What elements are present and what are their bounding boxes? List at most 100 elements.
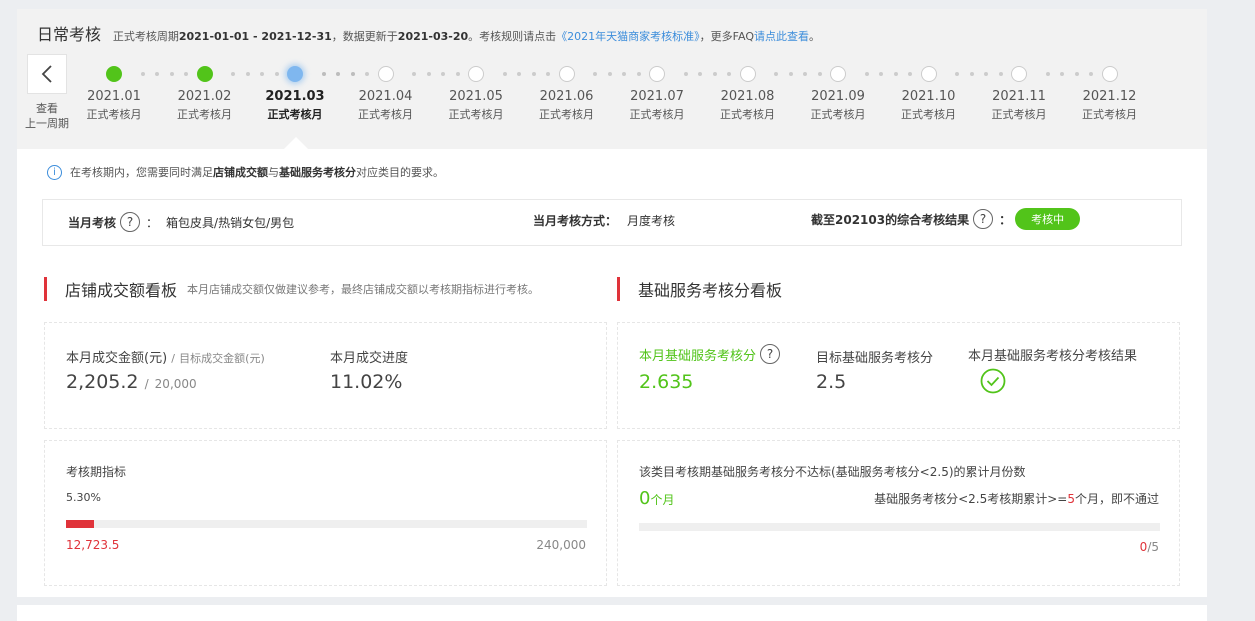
timeline-connector-dot <box>774 72 778 76</box>
timeline-connector-dot <box>879 72 883 76</box>
timeline-month-type: 正式考核月 <box>177 108 232 121</box>
month-amount-label-row: 本月成交金额(元) / 目标成交金额(元) <box>66 347 265 366</box>
service-score-label: 本月基础服务考核分 <box>639 348 757 364</box>
notice-text: 在考核期内，您需要同时满足店铺成交额与基础服务考核分对应类目的要求。 <box>70 164 444 180</box>
period-progress-bar <box>66 520 587 528</box>
status-badge: 考核中 <box>1015 208 1081 230</box>
timeline-connector-dot <box>1060 72 1064 76</box>
timeline-connector-dot <box>412 72 416 76</box>
fail-rule-number: 5 <box>1067 492 1075 506</box>
current-month-pointer <box>284 137 308 149</box>
period-percent: 5.30% <box>66 491 101 504</box>
timeline-dot <box>830 66 846 82</box>
target-amount-label: 目标成交金额(元) <box>179 352 265 365</box>
gmv-section-header: 店铺成交额看板 本月店铺成交额仅做建议参考，最终店铺成交额以考核期指标进行考核。 <box>44 277 539 301</box>
service-target-value: 2.5 <box>816 371 847 393</box>
service-month-box: 本月基础服务考核分 ? 2.635 目标基础服务考核分 2.5 本月基础服务考核… <box>617 322 1180 429</box>
timeline-connector-dot <box>1045 72 1050 76</box>
period-current-value: 12,723.5 <box>66 538 120 552</box>
timeline-connector-dot <box>698 72 702 76</box>
month-progress-value: 11.02% <box>330 371 403 393</box>
service-target-label: 目标基础服务考核分 <box>816 351 934 366</box>
fail-ratio-total: 5 <box>1151 540 1159 554</box>
assessment-method: 当月考核方式： 月度考核 <box>533 212 675 229</box>
timeline-month-label: 2021.11 <box>992 89 1046 104</box>
timeline-month-label: 2021.02 <box>177 89 232 104</box>
notice-bold-service: 基础服务考核分 <box>279 166 356 179</box>
section-accent-bar <box>44 277 47 301</box>
month-assessment: 当月考核 ? ： 箱包皮具/热销女包/男包 <box>68 212 294 232</box>
timeline-month-2021-12[interactable]: 2021.12 正式考核月 <box>1070 66 1150 122</box>
notice-post: 对应类目的要求。 <box>356 166 444 179</box>
timeline-area: 日常考核 正式考核周期2021-01-01 - 2021-12-31，数据更新于… <box>17 9 1207 149</box>
help-icon[interactable]: ? <box>973 209 994 229</box>
timeline-month-label: 2021.05 <box>449 89 503 104</box>
timeline-connector-dot <box>155 72 159 76</box>
timeline-connector-dot <box>245 72 250 76</box>
timeline-connector-dot <box>607 72 612 76</box>
timeline-connector-dot <box>788 72 793 76</box>
timeline-month-label: 2021.12 <box>1082 89 1137 104</box>
fail-count-ratio: 0/5 <box>1140 540 1159 554</box>
timeline-month-type: 正式考核月 <box>267 108 323 121</box>
help-icon[interactable]: ? <box>120 212 141 232</box>
amount-slash: / <box>171 352 176 365</box>
help-icon[interactable]: ? <box>760 344 781 364</box>
month-assessment-colon: ： <box>146 215 159 230</box>
assessment-card: 日常考核 正式考核周期2021-01-01 - 2021-12-31，数据更新于… <box>17 9 1207 597</box>
timeline-dot <box>739 66 756 82</box>
timeline-dot <box>468 66 484 82</box>
check-circle-icon <box>980 368 1006 397</box>
overall-result: 截至202103的综合考核结果 ? ： 考核中 <box>811 208 1081 230</box>
amount-slash: / <box>144 377 149 391</box>
summary-bar: 当月考核 ? ： 箱包皮具/热销女包/男包 当月考核方式： 月度考核 截至202… <box>42 199 1182 246</box>
timeline-dot <box>920 66 937 82</box>
timeline-month-type: 正式考核月 <box>86 108 142 121</box>
timeline-connector-dot <box>140 72 145 76</box>
timeline-month-type: 正式考核月 <box>991 108 1047 121</box>
service-section-header: 基础服务考核分看板 <box>617 277 782 301</box>
month-amount-row: 2,205.2 / 20,000 <box>66 371 197 393</box>
timeline-connector-dot <box>593 72 597 76</box>
month-timeline: 2021.01 正式考核月 2021.02 正式考核月 2021.03 正式考核月 2021… <box>17 9 1207 149</box>
service-section-title: 基础服务考核分看板 <box>638 281 783 300</box>
timeline-month-type: 正式考核月 <box>720 108 775 121</box>
month-assessment-label: 当月考核 <box>68 215 117 230</box>
timeline-month-label: 2021.10 <box>901 89 956 104</box>
footer-card <box>17 605 1207 621</box>
notice: i 在考核期内，您需要同时满足店铺成交额与基础服务考核分对应类目的要求。 <box>47 164 444 180</box>
notice-bold-gmv: 店铺成交额 <box>213 166 268 179</box>
gmv-period-box: 考核期指标 5.30% 12,723.5 240,000 <box>44 440 607 586</box>
timeline-dot <box>196 66 213 82</box>
target-amount-value: 20,000 <box>154 377 197 391</box>
timeline-dot <box>558 66 575 82</box>
gmv-section-desc: 本月店铺成交额仅做建议参考，最终店铺成交额以考核期指标进行考核。 <box>187 283 540 296</box>
gmv-month-box: 本月成交金额(元) / 目标成交金额(元) 2,205.2 / 20,000 本… <box>44 322 607 429</box>
period-progress-fill <box>66 520 94 528</box>
service-result-label: 本月基础服务考核分考核结果 <box>968 349 1138 364</box>
timeline-month-label: 2021.07 <box>630 89 684 104</box>
fail-count-unit: 个月 <box>650 493 675 507</box>
timeline-month-type: 正式考核月 <box>358 108 413 121</box>
timeline-dot <box>1011 66 1027 82</box>
timeline-connector-dot <box>864 72 869 76</box>
timeline-month-type: 正式考核月 <box>1082 108 1137 121</box>
fail-count-row: 0个月 <box>639 488 674 509</box>
score-label-row: 本月基础服务考核分 ? <box>639 344 786 364</box>
timeline-month-type: 正式考核月 <box>539 108 594 121</box>
method-value: 月度考核 <box>627 214 676 228</box>
timeline-dot <box>1101 66 1118 82</box>
timeline-month-label: 2021.09 <box>811 89 865 104</box>
timeline-connector-dot <box>517 72 521 76</box>
timeline-dot <box>287 66 303 82</box>
fail-rule-pre: 基础服务考核分<2.5考核期累计>= <box>874 492 1068 506</box>
timeline-connector-dot <box>336 72 340 76</box>
timeline-dot <box>649 66 665 82</box>
timeline-month-label: 2021.08 <box>720 89 775 104</box>
month-amount-label: 本月成交金额(元) <box>66 351 168 366</box>
timeline-connector-dot <box>502 72 507 76</box>
timeline-connector-dot <box>321 72 326 76</box>
service-fail-box: 该类目考核期基础服务考核分不达标(基础服务考核分<2.5)的累计月份数 0个月 … <box>617 440 1180 586</box>
timeline-month-type: 正式考核月 <box>810 108 866 121</box>
timeline-month-type: 正式考核月 <box>448 108 504 121</box>
